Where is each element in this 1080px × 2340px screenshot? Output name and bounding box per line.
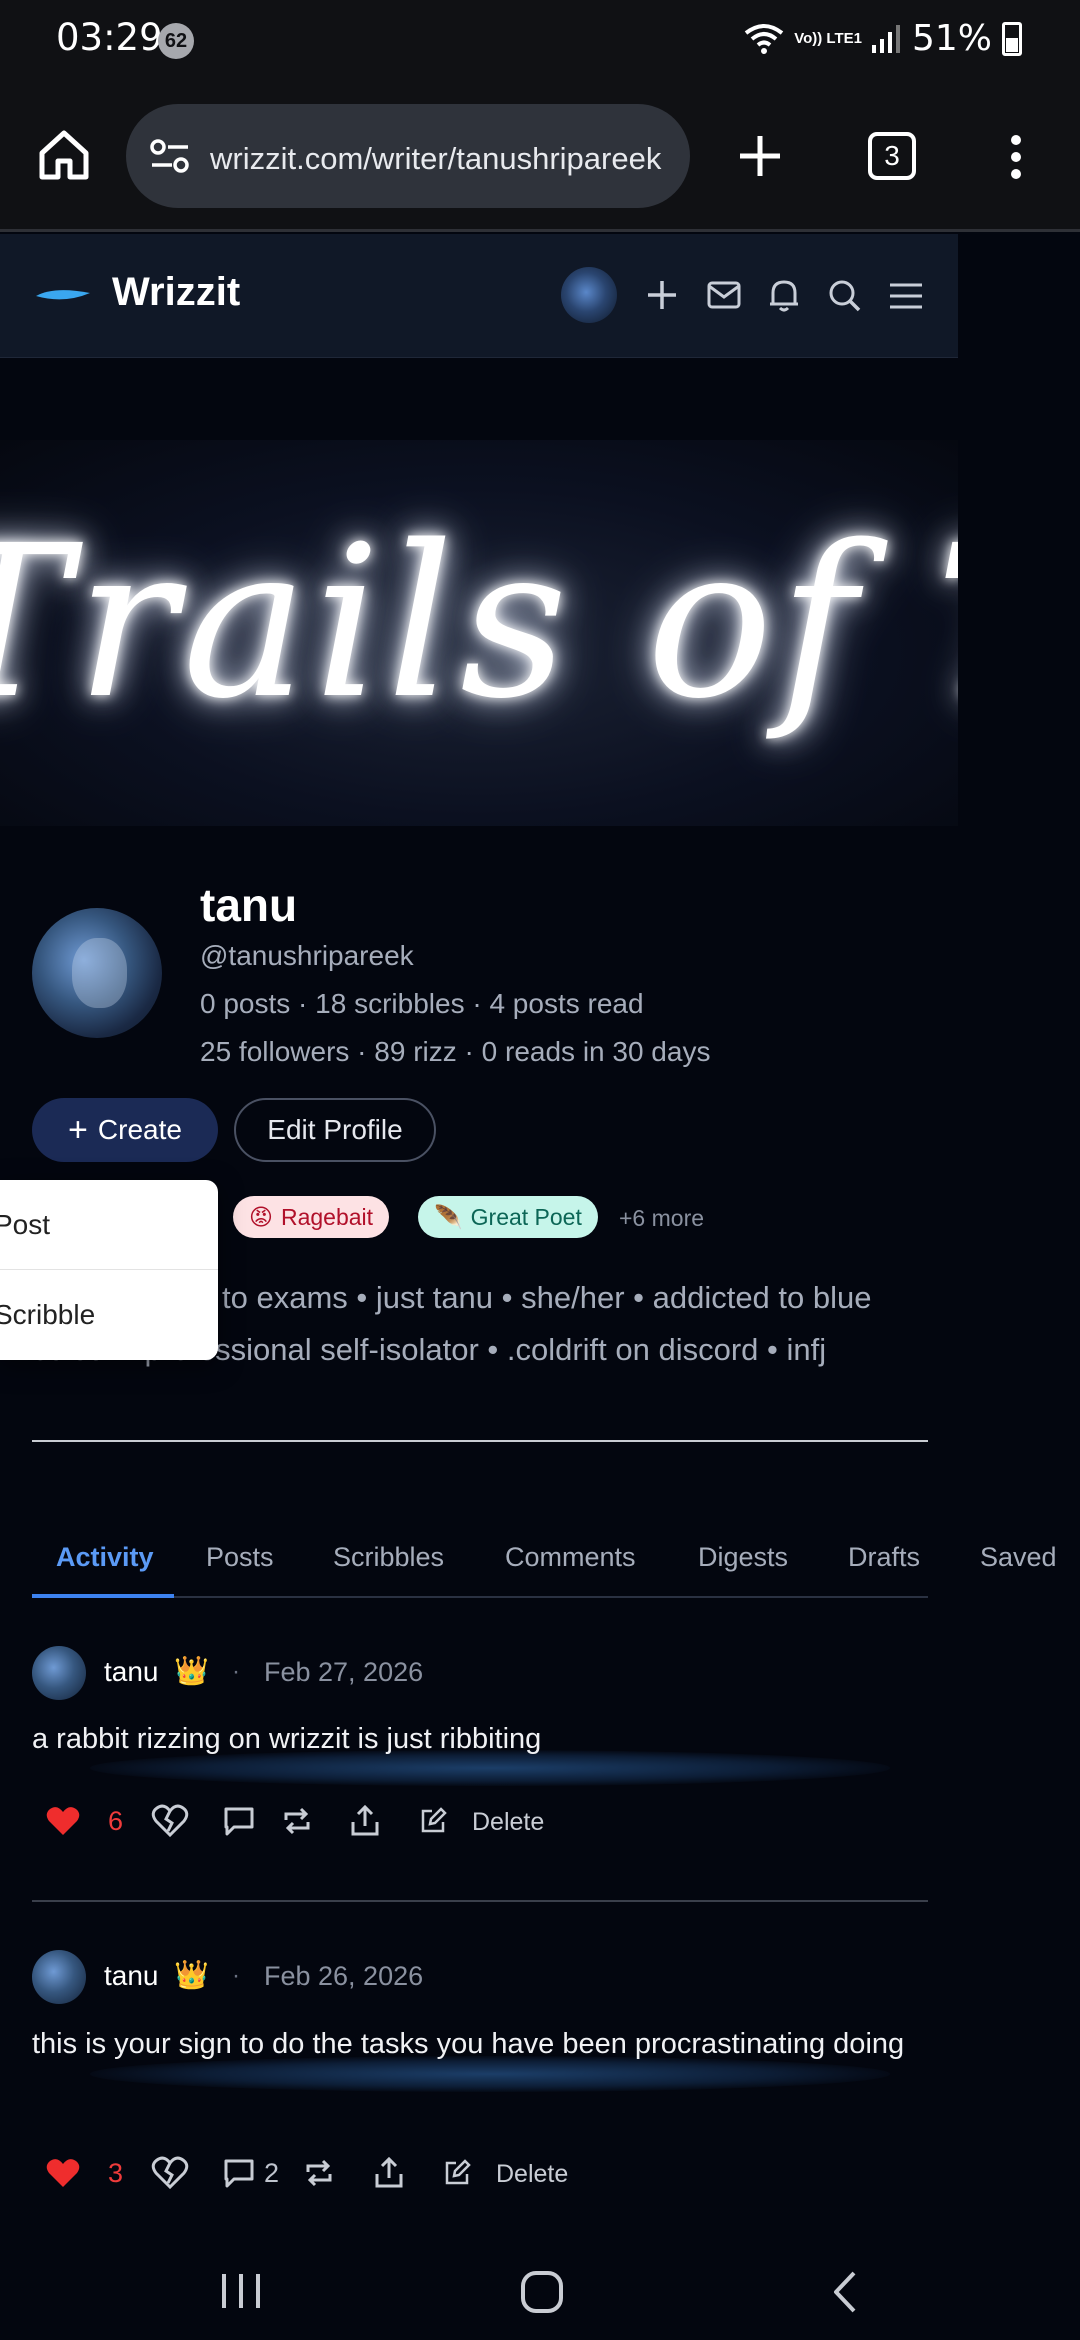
tab-posts[interactable]: Posts <box>206 1542 274 1573</box>
banner-text: Trails of Tanu <box>0 500 958 745</box>
network-label: Vo)) LTE1 <box>794 29 862 47</box>
bell-icon[interactable] <box>768 278 800 312</box>
crown-icon: 👑 <box>174 1959 209 1990</box>
create-button-label: Create <box>97 1114 182 1145</box>
separator-dot: · <box>232 1658 240 1685</box>
search-icon[interactable] <box>828 279 862 313</box>
heart-filled-icon[interactable] <box>46 1806 80 1836</box>
angry-face-icon: 😡 <box>249 1203 273 1230</box>
badges-more-link[interactable]: +6 more <box>619 1205 704 1232</box>
comment-icon[interactable] <box>224 1806 254 1836</box>
badge-label: Ragebait <box>280 1203 374 1230</box>
home-icon[interactable] <box>38 129 90 181</box>
new-tab-icon[interactable] <box>738 134 782 178</box>
signal-icon <box>871 24 900 53</box>
edit-icon[interactable] <box>444 2159 471 2186</box>
status-right-group: Vo)) LTE1 51% <box>744 18 1022 59</box>
profile-stats-followers: 25 followers · 89 rizz · 0 reads in 30 d… <box>200 1036 711 1067</box>
wifi-icon <box>744 23 784 54</box>
badge-label: Great Poet <box>470 1203 582 1230</box>
browser-menu-icon[interactable] <box>1010 134 1022 180</box>
header-avatar[interactable] <box>561 267 617 323</box>
delete-button[interactable]: Delete <box>472 1808 544 1837</box>
status-time: 03:29 <box>56 16 163 59</box>
tab-activity[interactable]: Activity <box>56 1542 154 1573</box>
broken-heart-icon[interactable] <box>151 2156 189 2190</box>
site-settings-icon[interactable] <box>150 138 190 174</box>
create-dropdown-menu: Post Scribble <box>0 1180 218 1360</box>
brand-name[interactable]: Wrizzit <box>112 270 240 315</box>
active-tab-indicator <box>32 1594 174 1598</box>
post-date: Feb 26, 2026 <box>264 1961 424 1991</box>
broken-heart-icon[interactable] <box>151 1804 189 1838</box>
post-avatar[interactable] <box>32 1646 86 1700</box>
tab-switcher-button[interactable]: 3 <box>868 132 916 180</box>
site-header: Wrizzit <box>0 234 958 358</box>
post-body[interactable]: this is your sign to do the tasks you ha… <box>32 2020 912 2068</box>
post-body[interactable]: a rabbit rizzing on wrizzit is just ribb… <box>32 1715 932 1763</box>
delete-button[interactable]: Delete <box>496 2160 568 2189</box>
profile-avatar[interactable] <box>32 908 162 1038</box>
profile-handle: @tanushripareek <box>200 940 414 971</box>
add-icon[interactable] <box>647 280 677 310</box>
create-button[interactable]: + Create <box>32 1098 218 1162</box>
like-count: 6 <box>108 1806 124 1836</box>
back-icon[interactable] <box>832 2270 858 2314</box>
battery-percent: 51% <box>911 18 992 59</box>
separator-dot: · <box>232 1962 240 1989</box>
profile-stats-posts: 0 posts · 18 scribbles · 4 posts read <box>200 988 644 1019</box>
tab-saved[interactable]: Saved <box>980 1542 1057 1573</box>
badge-ragebait[interactable]: 😡 Ragebait <box>233 1196 390 1238</box>
menu-item-scribble[interactable]: Scribble <box>0 1270 218 1360</box>
heart-filled-icon[interactable] <box>46 2158 80 2188</box>
home-nav-icon[interactable] <box>520 2270 564 2314</box>
repost-icon[interactable] <box>282 1806 312 1836</box>
plus-icon: + <box>68 1111 88 1149</box>
tab-digests[interactable]: Digests <box>698 1542 788 1573</box>
feather-icon: 🪶 <box>434 1203 463 1230</box>
brand-logo-icon[interactable] <box>34 286 92 304</box>
recent-apps-icon[interactable] <box>220 2272 262 2310</box>
crown-icon: 👑 <box>174 1655 209 1686</box>
share-icon[interactable] <box>374 2156 404 2188</box>
comment-count: 2 <box>264 2158 280 2188</box>
battery-icon <box>1002 21 1022 56</box>
tab-drafts[interactable]: Drafts <box>848 1542 920 1573</box>
post-divider <box>32 1900 928 1902</box>
browser-toolbar: wrizzit.com/writer/tanushripareek 3 <box>0 84 1080 232</box>
post-avatar[interactable] <box>32 1950 86 2004</box>
badge-great-poet[interactable]: 🪶 Great Poet <box>418 1196 598 1238</box>
share-icon[interactable] <box>350 1804 380 1836</box>
edit-icon[interactable] <box>420 1807 447 1834</box>
post-username[interactable]: tanu <box>104 1960 159 1992</box>
profile-tabs: Activity Posts Scribbles Comments Digest… <box>32 1520 1057 1598</box>
menu-item-label: Scribble <box>0 1299 96 1330</box>
like-count: 3 <box>108 2158 124 2188</box>
section-divider <box>32 1440 928 1442</box>
menu-item-label: Post <box>0 1209 51 1240</box>
repost-icon[interactable] <box>304 2158 334 2188</box>
hamburger-menu-icon[interactable] <box>889 282 923 310</box>
url-text[interactable]: wrizzit.com/writer/tanushripareek <box>210 141 661 177</box>
tab-comments[interactable]: Comments <box>505 1542 636 1573</box>
post-username[interactable]: tanu <box>104 1656 159 1688</box>
menu-item-post[interactable]: Post <box>0 1180 218 1270</box>
tab-scribbles[interactable]: Scribbles <box>333 1542 444 1573</box>
edit-profile-button[interactable]: Edit Profile <box>234 1098 436 1162</box>
notification-count-badge: 62 <box>158 23 194 59</box>
profile-banner: Trails of Tanu <box>0 440 958 826</box>
comment-icon[interactable] <box>224 2158 254 2188</box>
profile-name: tanu <box>200 879 298 931</box>
system-nav-bar <box>0 2220 1080 2340</box>
post-date: Feb 27, 2026 <box>264 1657 424 1687</box>
mail-icon[interactable] <box>707 281 741 309</box>
status-bar: 03:29 62 Vo)) LTE1 51% <box>0 0 1080 84</box>
